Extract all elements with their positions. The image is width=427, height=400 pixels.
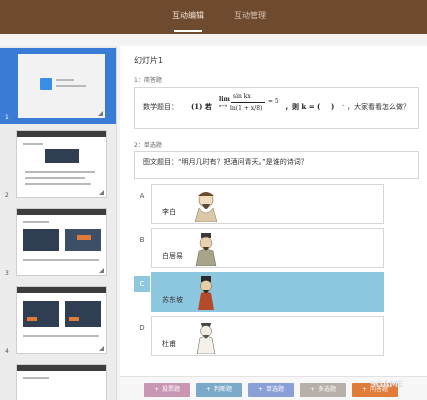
slide-number: 3 [5,270,9,277]
resize-corner-icon [99,268,104,273]
option-c[interactable]: 苏东坡 [151,272,384,312]
add-single-choice-button[interactable]: + 单选题 [248,383,294,397]
top-nav-bar: 互动编辑 互动管理 [0,0,427,34]
question-1-label: 1：简答题 [134,77,162,84]
plus-icon: + [205,386,211,393]
add-vote-question-button[interactable]: + 投票题 [144,383,190,397]
option-c-letter[interactable]: C [134,276,150,292]
resize-corner-icon [98,111,103,116]
question-1-prefix: 数学题目： [143,103,178,111]
slide-title: 幻灯片1 [134,56,164,65]
math-equals: = 5 [268,98,279,105]
question-2-content[interactable]: 图文题目：“明月几时有？把酒问青天。”是谁的诗词？ [134,151,419,179]
math-if-word: (1) 若 [191,102,212,111]
portrait-image [198,276,214,310]
portrait-image [195,233,217,266]
option-b-name: 白居易 [162,252,183,260]
option-b[interactable]: 白居易 [151,228,384,268]
math-lim: lim [219,96,230,103]
option-c-name: 苏东坡 [162,296,183,304]
add-true-false-question-button[interactable]: + 判断题 [196,383,242,397]
question-2-text: 图文题目：“明月几时有？把酒问青天。”是谁的诗词？ [143,158,308,166]
option-b-letter[interactable]: B [134,232,150,248]
math-close-paren: ) [331,102,335,111]
portrait-image [196,323,216,354]
tab-interactive-edit[interactable]: 互动编辑 [160,0,216,34]
fraction-line [231,102,265,103]
option-a-name: 李白 [162,208,176,216]
math-numerator: sin kx [233,93,251,100]
slide-number: 1 [5,114,9,121]
math-lim-sub: x→0 [219,103,228,108]
plus-icon: + [153,386,159,393]
option-d-name: 杜甫 [162,340,176,348]
question-2-label: 2：单选题 [134,142,162,149]
slide-editor: 幻灯片1 1：简答题 数学题目： (1) 若 lim x→0 sin kx ln… [120,46,427,400]
resize-corner-icon [99,190,104,195]
math-then: ，则 k = ( [285,102,321,111]
option-a-letter[interactable]: A [134,188,150,204]
slide-number: 2 [5,192,9,199]
slide-number: 4 [5,348,9,355]
plus-icon: + [309,386,315,393]
portrait-image [194,192,218,222]
math-denominator: ln(1 + x/8) [230,105,263,112]
logo-icon [40,78,52,90]
tab-interactive-manage[interactable]: 互动管理 [222,0,278,34]
plus-icon: + [361,386,367,393]
option-d-letter[interactable]: D [134,320,150,336]
resize-corner-icon [99,346,104,351]
option-a[interactable]: 李白 [151,184,384,224]
watermark-logo: 9GAME [370,380,404,390]
option-d[interactable]: 杜甫 [151,316,384,356]
add-multiple-choice-button[interactable]: + 多选题 [300,383,346,397]
slide-thumbnail-panel[interactable]: 1 2 3 4 [0,46,117,400]
plus-icon: + [257,386,263,393]
question-1-suffix: ，大家看看怎么做？ [347,103,410,111]
chevron-down-icon: ⌄ [341,102,346,108]
question-1-content[interactable]: 数学题目： (1) 若 lim x→0 sin kx ln(1 + x/8) =… [134,87,419,129]
